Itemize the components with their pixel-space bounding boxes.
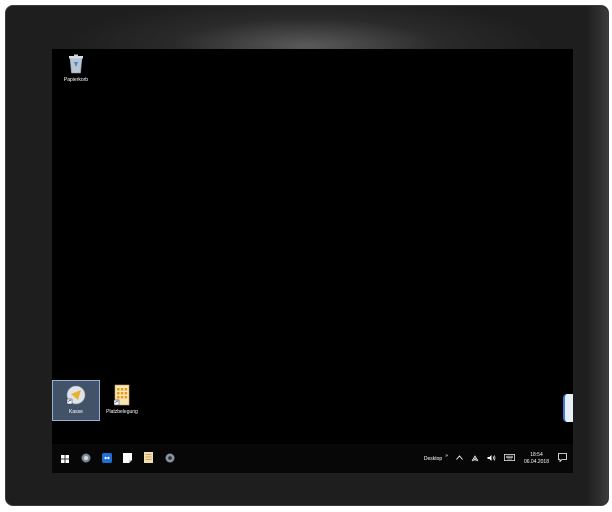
- teamviewer-icon: [101, 450, 112, 468]
- taskbar-teamviewer[interactable]: [96, 444, 117, 473]
- clock-date: 06.04.2018: [523, 458, 549, 465]
- desktop-icon-label: Kasse: [69, 409, 83, 415]
- tray-clock[interactable]: 18:54 06.04.2018: [524, 452, 549, 466]
- side-panel-tab[interactable]: [563, 394, 573, 422]
- desktop-icon-kasse[interactable]: Kasse: [52, 380, 100, 421]
- tray-volume[interactable]: [487, 454, 496, 464]
- taskbar-document[interactable]: [138, 444, 159, 473]
- taskbar-app-2[interactable]: [159, 444, 180, 473]
- recycle-bin-icon: [68, 54, 84, 76]
- sticky-notes-icon: [123, 450, 132, 468]
- desktop-icon-platzbelegung[interactable]: Platzbelegung: [98, 384, 146, 416]
- desktop-icon-label: Platzbelegung: [106, 409, 138, 415]
- network-icon: [471, 454, 479, 464]
- desktop-icon-recycle-bin[interactable]: Papierkorb: [52, 54, 100, 84]
- taskbar-app-1[interactable]: [75, 444, 96, 473]
- tray-notifications[interactable]: [558, 453, 567, 464]
- keyboard-icon: [504, 454, 515, 463]
- taskbar-notes[interactable]: [117, 444, 138, 473]
- desktop-toolbar-label: Desktop: [423, 455, 443, 462]
- document-icon: [144, 450, 153, 468]
- desktop-screen[interactable]: Papierkorb Kasse Platzbelegung Desktop »…: [52, 49, 573, 473]
- app-round-icon: [81, 450, 91, 468]
- notification-icon: [558, 453, 567, 464]
- tray-overflow-button[interactable]: [456, 455, 463, 462]
- system-tray: Desktop » 18:54 06.04.2018: [420, 444, 573, 473]
- toolbar-expand-chevron: »: [445, 452, 448, 459]
- taskbar: Desktop » 18:54 06.04.2018: [52, 444, 573, 473]
- tray-network[interactable]: [471, 454, 479, 464]
- desktop-icon-label: Papierkorb: [63, 77, 89, 83]
- app-settings-icon: [165, 450, 175, 468]
- clock-time: 18:54: [530, 451, 543, 458]
- volume-icon: [487, 454, 496, 464]
- cash-register-icon: [66, 384, 86, 408]
- desktop-toolbar[interactable]: Desktop »: [423, 452, 448, 462]
- windows-start-icon: [60, 450, 69, 468]
- monitor-bezel-edge: [586, 6, 608, 505]
- tray-keyboard[interactable]: [504, 454, 515, 463]
- start-button[interactable]: [54, 444, 75, 473]
- seat-plan-icon: [113, 384, 130, 408]
- chevron-up-icon: [456, 455, 463, 462]
